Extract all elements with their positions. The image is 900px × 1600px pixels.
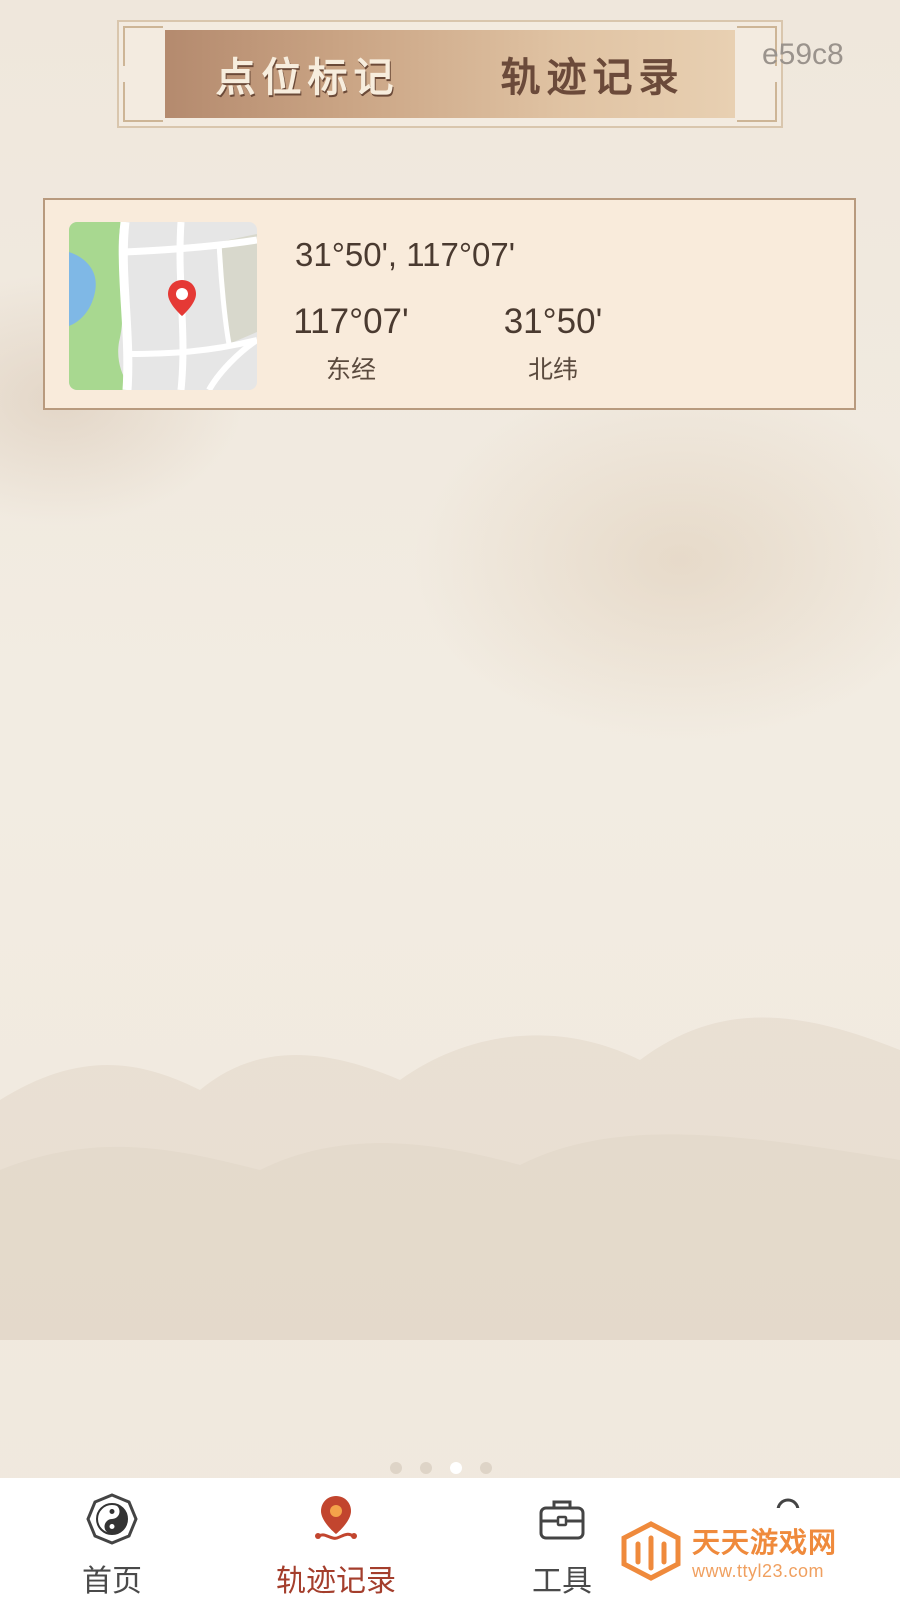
tab-bar: 点位标记 轨迹记录 <box>165 30 735 118</box>
background-mountains <box>0 1017 900 1340</box>
page-dot[interactable] <box>420 1462 432 1474</box>
watermark-url: www.ttyl23.com <box>692 1560 825 1581</box>
map-pin-icon <box>168 280 196 316</box>
longitude-block: 117°07' 东经 <box>281 302 421 386</box>
latitude-block: 31°50' 北纬 <box>483 302 623 386</box>
tab-track-record[interactable]: 轨迹记录 <box>501 45 685 103</box>
page-dot[interactable] <box>480 1462 492 1474</box>
site-watermark: 天天游戏网 www.ttyl23.com <box>602 1508 892 1594</box>
nav-home-label: 首页 <box>82 1564 142 1599</box>
watermark-title: 天天游戏网 <box>692 1525 838 1559</box>
corner-code-text: e59c8 <box>762 38 844 71</box>
frame-corner-ornament <box>737 82 777 122</box>
longitude-value: 117°07' <box>293 302 409 341</box>
page-indicator <box>390 1461 492 1475</box>
latitude-value: 31°50' <box>503 302 603 341</box>
route-pin-icon <box>315 1496 357 1540</box>
toolbox-icon <box>539 1500 585 1540</box>
tab-point-marking[interactable]: 点位标记 <box>216 45 400 103</box>
top-tab-banner: 点位标记 轨迹记录 <box>117 20 783 128</box>
yin-yang-icon <box>86 1493 138 1545</box>
nav-tools-label: 工具 <box>532 1564 592 1599</box>
page-dot[interactable] <box>390 1462 402 1474</box>
frame-corner-ornament <box>123 82 163 122</box>
latitude-label: 北纬 <box>527 355 578 384</box>
longitude-label: 东经 <box>325 355 376 384</box>
nav-home[interactable]: 首页 <box>12 1478 212 1600</box>
nav-track-record-label: 轨迹记录 <box>276 1564 396 1599</box>
nav-track-record[interactable]: 轨迹记录 <box>236 1478 436 1600</box>
watermark-logo-icon <box>621 1521 681 1581</box>
watermark-text: 天天游戏网 www.ttyl23.com <box>692 1521 837 1582</box>
location-record-card[interactable]: 31°50', 117°07' 117°07' 东经 31°50' 北纬 <box>43 198 856 410</box>
map-thumbnail <box>69 222 257 390</box>
coordinates-title: 31°50', 117°07' <box>295 236 516 273</box>
frame-corner-ornament <box>123 26 163 66</box>
page-dot-active[interactable] <box>450 1462 462 1474</box>
